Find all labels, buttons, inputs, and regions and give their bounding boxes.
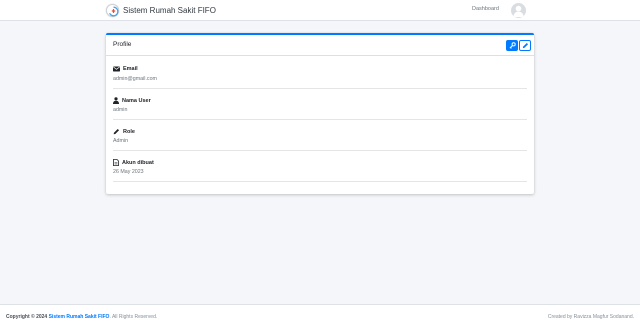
footer-copyright: Copyright © 2024 Sistem Rumah Sakit FIFO… <box>6 314 157 320</box>
detail-email: Email admin@gmail.com <box>113 58 527 89</box>
file-icon <box>113 159 119 166</box>
brand-name: Sistem Rumah Sakit FIFO <box>123 6 216 15</box>
card-header: Profile <box>106 35 534 56</box>
profile-details: Email admin@gmail.com Nama User admin Ro… <box>113 58 527 182</box>
detail-username: Nama User admin <box>113 89 527 120</box>
footer: Copyright © 2024 Sistem Rumah Sakit FIFO… <box>0 304 640 326</box>
change-password-button[interactable] <box>506 40 518 51</box>
profile-card: Profile Email admin@gmail.com Nama User … <box>106 33 534 194</box>
detail-label: Nama User <box>122 97 151 104</box>
rights-text: . All Rights Reserved. <box>109 314 158 320</box>
card-title: Profile <box>113 41 132 48</box>
detail-created: Akun dibuat 26 May 2023 <box>113 151 527 182</box>
copyright-text: Copyright © 2024 <box>6 314 48 320</box>
pen-icon <box>113 128 120 135</box>
detail-value: admin <box>113 107 128 113</box>
footer-brand-link[interactable]: Sistem Rumah Sakit FIFO <box>49 314 110 320</box>
pencil-icon <box>522 42 528 49</box>
footer-credit: Created by Ravizza Magfur Sodanand. <box>547 314 634 320</box>
key-icon <box>509 42 516 49</box>
user-avatar-icon[interactable] <box>511 3 526 18</box>
detail-label: Akun dibuat <box>122 159 154 166</box>
nav-link-dashboard[interactable]: Dashboard <box>472 6 499 12</box>
edit-profile-button[interactable] <box>519 40 531 51</box>
detail-value: admin@gmail.com <box>113 76 157 82</box>
detail-label: Email <box>123 66 138 72</box>
detail-value: Admin <box>113 138 129 144</box>
detail-label: Role <box>123 128 135 135</box>
brand[interactable]: Sistem Rumah Sakit FIFO <box>106 3 216 18</box>
detail-value: 26 May 2023 <box>113 169 144 175</box>
top-navbar: Sistem Rumah Sakit FIFO Dashboard <box>0 0 640 21</box>
detail-role: Role Admin <box>113 120 527 151</box>
brand-logo-icon <box>106 4 119 17</box>
envelope-icon <box>113 66 120 72</box>
user-icon <box>113 97 119 104</box>
